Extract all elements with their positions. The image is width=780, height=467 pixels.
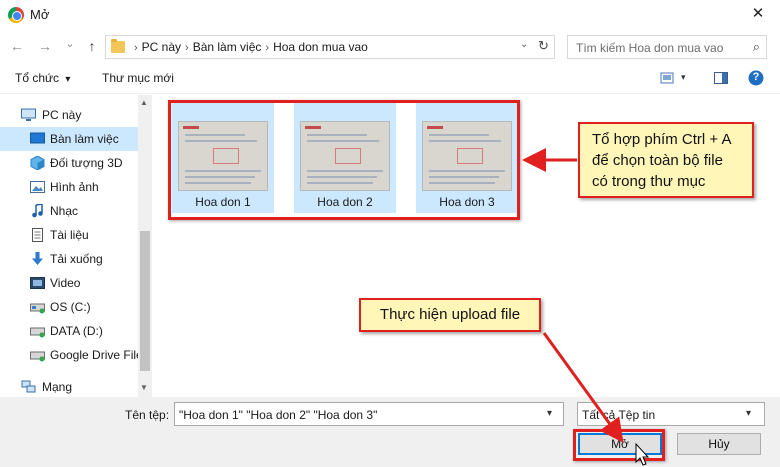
sidebar-label: Nhạc bbox=[50, 204, 79, 218]
folder-icon bbox=[111, 39, 125, 53]
sidebar-label: Video bbox=[50, 276, 81, 290]
search-icon: ⌕ bbox=[752, 39, 760, 54]
sidebar-item-video[interactable]: Video bbox=[0, 271, 140, 295]
music-icon bbox=[32, 204, 43, 218]
chrome-icon bbox=[8, 7, 24, 23]
up-arrow-icon[interactable]: ↑ bbox=[83, 37, 101, 55]
help-glyph: ? bbox=[752, 71, 760, 83]
sidebar-item-data-d[interactable]: DATA (D:) bbox=[0, 319, 140, 343]
breadcrumb: › PC này › Bàn làm việc › Hoa don mua vao bbox=[130, 40, 368, 54]
sidebar-scrollbar[interactable]: ▲ ▼ bbox=[138, 95, 152, 397]
sidebar-item-os-c[interactable]: OS (C:) bbox=[0, 295, 140, 319]
chevron-right-icon: › bbox=[265, 42, 270, 54]
scroll-down-icon[interactable]: ▼ bbox=[140, 383, 148, 392]
filename-value: "Hoa don 1" "Hoa don 2" "Hoa don 3" bbox=[179, 408, 378, 422]
sidebar-label: Hình ảnh bbox=[50, 180, 99, 194]
callout-line: để chọn toàn bộ file bbox=[592, 152, 723, 169]
pictures-icon bbox=[30, 181, 45, 193]
selection-highlight-frame bbox=[168, 100, 520, 220]
sidebar-label: Bàn làm việc bbox=[50, 132, 119, 146]
drive-icon bbox=[30, 303, 45, 314]
navigation-bar: ← → ⌄ ↑ › PC này › Bàn làm việc › Hoa don mua… bbox=[0, 30, 780, 62]
sidebar-item-3d-objects[interactable]: Đối tượng 3D bbox=[0, 151, 140, 175]
drive-icon bbox=[30, 327, 45, 338]
select-all-callout: Tổ hợp phím Ctrl + A để chọn toàn bộ fil… bbox=[578, 122, 754, 198]
sidebar-label: Google Drive File bbox=[50, 348, 143, 362]
address-bar[interactable]: › PC này › Bàn làm việc › Hoa don mua vao ⌄ ↻ bbox=[105, 35, 555, 59]
upload-callout: Thực hiện upload file bbox=[359, 298, 541, 332]
close-button[interactable]: ✕ bbox=[740, 2, 776, 26]
breadcrumb-pc[interactable]: PC này bbox=[142, 40, 181, 54]
search-placeholder: Tìm kiếm Hoa don mua vao bbox=[576, 41, 724, 55]
sidebar-item-pictures[interactable]: Hình ảnh bbox=[0, 175, 140, 199]
sidebar-label: OS (C:) bbox=[50, 300, 91, 314]
cancel-button[interactable]: Hủy bbox=[677, 433, 761, 455]
file-type-value: Tất cả Tệp tin bbox=[582, 408, 656, 422]
sidebar-label: Đối tượng 3D bbox=[50, 156, 123, 170]
document-icon bbox=[32, 228, 43, 242]
sidebar-item-network[interactable]: Mạng bbox=[0, 375, 140, 399]
back-arrow-icon[interactable]: ← bbox=[8, 37, 26, 55]
breadcrumb-desktop[interactable]: Bàn làm việc bbox=[193, 40, 262, 54]
help-icon[interactable]: ? bbox=[748, 70, 764, 86]
filename-label: Tên tệp: bbox=[125, 408, 170, 422]
forward-arrow-icon[interactable]: → bbox=[36, 37, 54, 55]
video-icon bbox=[30, 277, 45, 289]
network-icon bbox=[21, 380, 36, 393]
caret-down-icon: ▾ bbox=[65, 74, 71, 85]
command-toolbar: Tổ chức ▾ Thư mục mới ▾ ? bbox=[0, 62, 780, 94]
sidebar-label: Tải xuống bbox=[50, 252, 103, 266]
breadcrumb-folder[interactable]: Hoa don mua vao bbox=[273, 40, 368, 54]
window-title: Mở bbox=[30, 7, 50, 22]
title-bar: Mở ✕ bbox=[0, 0, 780, 30]
drive-icon bbox=[30, 351, 45, 362]
view-dropdown-icon[interactable]: ▾ bbox=[681, 72, 697, 88]
chevron-right-icon: › bbox=[185, 42, 189, 54]
sidebar-item-google-drive[interactable]: Google Drive File bbox=[0, 343, 143, 367]
download-icon bbox=[32, 252, 43, 265]
chevron-down-icon[interactable]: ▾ bbox=[746, 408, 751, 419]
chevron-right-icon: › bbox=[134, 42, 138, 54]
cube-icon bbox=[30, 156, 45, 170]
callout-line: có trong thư mục bbox=[592, 173, 706, 190]
sidebar-label: Mạng bbox=[42, 380, 73, 394]
chevron-down-icon[interactable]: ▾ bbox=[547, 408, 552, 419]
sidebar-label: Tài liệu bbox=[50, 228, 89, 242]
sidebar-item-music[interactable]: Nhạc bbox=[0, 199, 140, 223]
scroll-up-icon[interactable]: ▲ bbox=[140, 98, 148, 107]
navigation-pane: PC này Bàn làm việc Đối tượng 3D Hình ản… bbox=[0, 95, 152, 397]
sidebar-item-pc[interactable]: PC này bbox=[0, 103, 140, 127]
sidebar-item-documents[interactable]: Tài liệu bbox=[0, 223, 140, 247]
filename-input[interactable]: "Hoa don 1" "Hoa don 2" "Hoa don 3" ▾ bbox=[174, 402, 564, 426]
organize-button[interactable]: Tổ chức ▾ bbox=[15, 71, 70, 85]
organize-label: Tổ chức bbox=[15, 71, 60, 85]
view-options-icon[interactable] bbox=[660, 70, 676, 86]
sidebar-item-desktop[interactable]: Bàn làm việc bbox=[0, 127, 140, 151]
refresh-icon[interactable]: ↻ bbox=[538, 38, 549, 54]
sidebar-item-downloads[interactable]: Tải xuống bbox=[0, 247, 140, 271]
recent-locations-icon[interactable]: ⌄ bbox=[61, 35, 79, 53]
sidebar-label: DATA (D:) bbox=[50, 324, 103, 338]
chevron-down-icon[interactable]: ⌄ bbox=[520, 39, 528, 50]
sidebar-label: PC này bbox=[42, 108, 82, 122]
callout-line: Tổ hợp phím Ctrl + A bbox=[592, 131, 732, 148]
search-input[interactable]: Tìm kiếm Hoa don mua vao ⌕ bbox=[567, 35, 767, 59]
new-folder-button[interactable]: Thư mục mới bbox=[102, 71, 174, 85]
scrollbar-thumb[interactable] bbox=[140, 231, 150, 371]
computer-icon bbox=[21, 108, 36, 121]
preview-pane-icon[interactable] bbox=[713, 70, 729, 86]
open-button-highlight bbox=[573, 429, 665, 461]
desktop-icon bbox=[30, 132, 45, 144]
file-type-select[interactable]: Tất cả Tệp tin ▾ bbox=[577, 402, 765, 426]
